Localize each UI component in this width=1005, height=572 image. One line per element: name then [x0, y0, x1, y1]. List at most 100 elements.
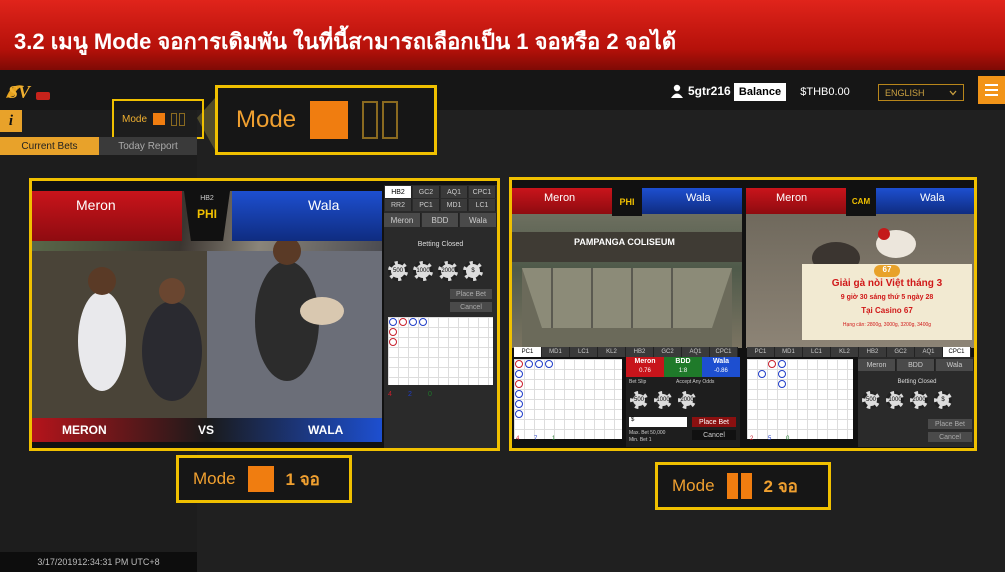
- bet-meron-button[interactable]: Meron 0.76: [626, 357, 664, 377]
- left-arena-badge: PHI: [612, 188, 642, 216]
- left-meron-header: Meron: [512, 188, 612, 214]
- right-cancel-button[interactable]: Cancel: [928, 432, 972, 442]
- tab-aq1[interactable]: AQ1: [915, 347, 943, 357]
- tab-cpc1[interactable]: CPC1: [943, 347, 971, 357]
- promo-badge: 67: [874, 265, 900, 277]
- language-select[interactable]: ENGLISH: [878, 84, 964, 101]
- cancel-button[interactable]: Cancel: [450, 302, 492, 312]
- chip-0[interactable]: 500: [388, 261, 408, 281]
- tab-current-bets[interactable]: Current Bets: [0, 137, 99, 155]
- tab-pc1[interactable]: PC1: [413, 199, 440, 211]
- right-arena-badge: CAM: [846, 188, 876, 216]
- tab-kl2[interactable]: KL2: [831, 347, 859, 357]
- tab-hb2[interactable]: HB2: [859, 347, 887, 357]
- left-meron-label: Meron: [544, 192, 576, 204]
- bet-wala-button[interactable]: Wala -0.86: [702, 357, 740, 377]
- tab-lc1[interactable]: LC1: [803, 347, 831, 357]
- mode-zoom-callout: Mode: [215, 85, 437, 155]
- tab-gc2[interactable]: GC2: [654, 347, 682, 357]
- bet-bdd-button[interactable]: BDD: [897, 359, 935, 371]
- chip-1[interactable]: 1000: [413, 261, 433, 281]
- tab-md1[interactable]: MD1: [441, 199, 468, 211]
- timestamp: 3/17/201912:34:31 PM UTC+8: [0, 552, 197, 572]
- betting-status: Betting Closed: [417, 241, 464, 248]
- arena-name: PHI: [196, 207, 217, 221]
- single-screen-preview: Meron Wala HB2 PHI MERON VS WALA HB2 GC2 A…: [29, 178, 500, 451]
- chip-2[interactable]: 2000: [910, 391, 928, 409]
- language-label: ENGLISH: [885, 87, 925, 98]
- tab-rr2[interactable]: RR2: [385, 199, 412, 211]
- bet-wala-button[interactable]: Wala: [936, 359, 974, 371]
- right-place-bet-button[interactable]: Place Bet: [928, 419, 972, 429]
- bet-wala-button[interactable]: Wala: [460, 213, 497, 227]
- chip-0[interactable]: 500: [630, 391, 648, 409]
- caption-2-label: Mode: [672, 476, 715, 495]
- user-info[interactable]: 5gtr216: [670, 84, 731, 98]
- chip-0[interactable]: 500: [862, 391, 880, 409]
- bet-bdd-button[interactable]: BDD 1:8: [664, 357, 702, 377]
- dual-screen-mode-icon[interactable]: [171, 112, 186, 126]
- bottom-meron: MERON: [62, 423, 107, 437]
- road-dot: [409, 318, 417, 326]
- chip-1[interactable]: 1000: [886, 391, 904, 409]
- tab-aq1[interactable]: AQ1: [682, 347, 710, 357]
- wala-label: Wala: [308, 197, 340, 213]
- tab-kl2[interactable]: KL2: [598, 347, 626, 357]
- bet-meron-button[interactable]: Meron: [384, 213, 421, 227]
- left-bead-road: [514, 359, 622, 439]
- zoom-dual-screen-icon: [362, 101, 399, 139]
- right-meron-header: Meron: [746, 188, 846, 214]
- chip-3[interactable]: $: [934, 391, 952, 409]
- meron-header: Meron: [32, 191, 182, 241]
- meron-label: Meron: [76, 197, 116, 213]
- place-bet-button[interactable]: Place Bet: [450, 289, 492, 299]
- result-count: 0: [786, 436, 790, 442]
- bet-amount-input[interactable]: $: [629, 417, 687, 427]
- tab-hb2[interactable]: HB2: [385, 186, 412, 198]
- right-bet-panel: Meron BDD Wala Betting Closed 500 1000 2000 $…: [858, 357, 974, 447]
- left-place-bet-button[interactable]: Place Bet: [692, 417, 736, 427]
- arena-badge: HB2 PHI: [184, 191, 230, 241]
- left-arena-name: PHI: [619, 197, 635, 207]
- info-icon[interactable]: i: [0, 110, 22, 132]
- chip-2[interactable]: 2000: [678, 391, 696, 409]
- tab-md1[interactable]: MD1: [775, 347, 803, 357]
- tab-md1[interactable]: MD1: [542, 347, 570, 357]
- right-meron-label: Meron: [776, 192, 808, 204]
- bet-bdd-button[interactable]: BDD: [422, 213, 459, 227]
- accept-odds-checkbox[interactable]: Accept Any Odds: [676, 379, 714, 385]
- promo-line-3: Tại Casino 67: [861, 306, 913, 315]
- tab-cpc1[interactable]: CPC1: [710, 347, 738, 357]
- tab-lc1[interactable]: LC1: [570, 347, 598, 357]
- road-dot: [389, 338, 397, 346]
- tab-today-report[interactable]: Today Report: [99, 137, 197, 155]
- caption-1-count: 1 จอ: [285, 469, 320, 489]
- mode-1-caption: Mode 1 จอ: [176, 455, 352, 503]
- chip-3[interactable]: $: [463, 261, 483, 281]
- bet-meron-button[interactable]: Meron: [858, 359, 896, 371]
- road-dot: [419, 318, 427, 326]
- tab-cpc1[interactable]: CPC1: [469, 186, 496, 198]
- hamburger-menu-button[interactable]: [978, 76, 1005, 104]
- promo-line-4: Hạng cân: 2800g, 3000g, 3200g, 3400g: [842, 322, 932, 328]
- left-cancel-button[interactable]: Cancel: [692, 430, 736, 440]
- tab-gc2[interactable]: GC2: [413, 186, 440, 198]
- road-dot: [399, 318, 407, 326]
- bottom-vs: VS: [198, 423, 215, 437]
- result-count: 4: [516, 436, 520, 442]
- tab-gc2[interactable]: GC2: [887, 347, 915, 357]
- tab-lc1[interactable]: LC1: [469, 199, 496, 211]
- chip-2[interactable]: 2000: [438, 261, 458, 281]
- tab-aq1[interactable]: AQ1: [441, 186, 468, 198]
- mode-selector[interactable]: Mode: [112, 99, 204, 139]
- sv-logo-icon[interactable]: SV: [2, 76, 52, 106]
- tab-hb2[interactable]: HB2: [626, 347, 654, 357]
- balance-label: Balance: [734, 83, 786, 101]
- promo-banner: Giải gà nòi Việt tháng 3 9 giờ 30 sáng t…: [802, 264, 972, 340]
- tab-pc1[interactable]: PC1: [514, 347, 542, 357]
- right-wala-header: Wala: [876, 188, 974, 214]
- dual-screen-icon: [726, 473, 752, 499]
- single-screen-mode-icon[interactable]: [153, 113, 166, 125]
- chip-1[interactable]: 1000: [654, 391, 672, 409]
- tab-pc1[interactable]: PC1: [747, 347, 775, 357]
